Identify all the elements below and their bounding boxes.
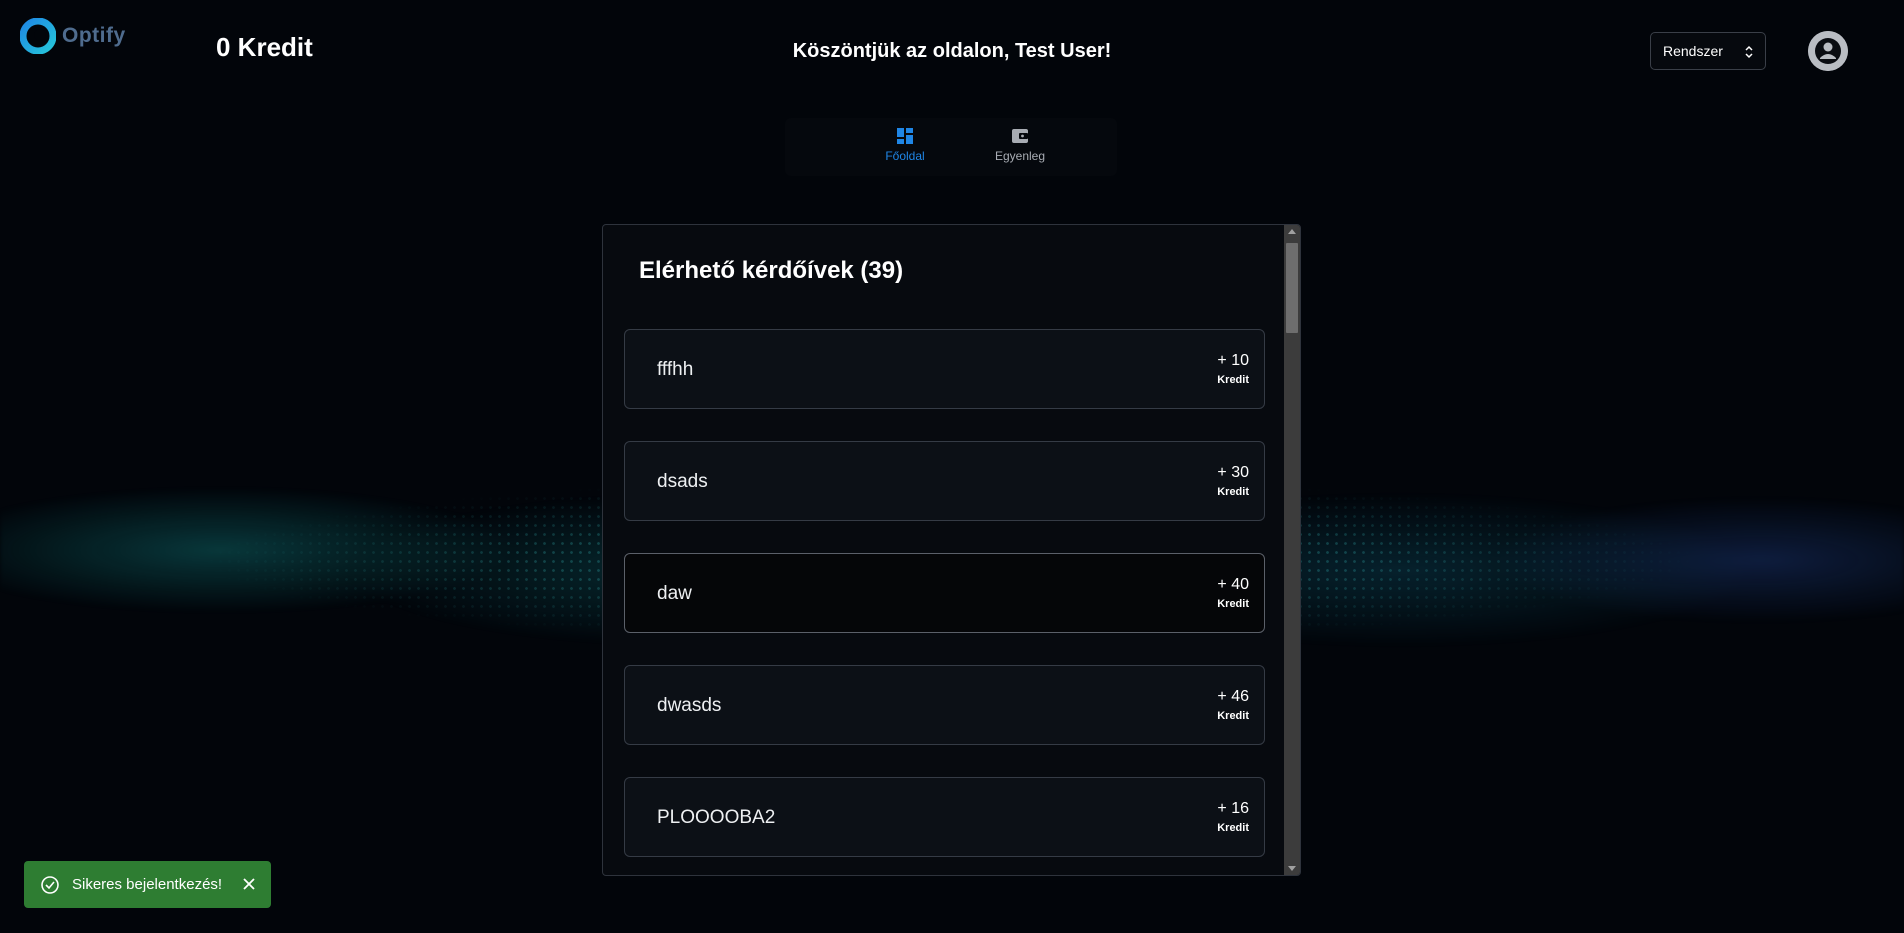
unfold-icon <box>1745 45 1753 59</box>
nav-item-balance[interactable]: Egyenleg <box>960 126 1080 163</box>
survey-name: dwasds <box>657 695 722 716</box>
main-nav: Főoldal Egyenleg <box>785 118 1117 176</box>
dashboard-icon <box>897 128 913 144</box>
survey-unit: Kredit <box>1217 486 1249 498</box>
survey-card[interactable]: daw + 40 Kredit <box>624 553 1265 633</box>
survey-card[interactable]: dsads + 30 Kredit <box>624 441 1265 521</box>
survey-unit: Kredit <box>1217 374 1249 386</box>
scroll-up-arrow-icon[interactable] <box>1288 229 1296 234</box>
survey-points: + 30 <box>1217 464 1249 481</box>
user-avatar[interactable] <box>1808 31 1848 71</box>
surveys-title: Elérhető kérdőívek (39) <box>639 257 904 284</box>
surveys-panel: Elérhető kérdőívek (39) fffhh + 10 Kredi… <box>602 224 1301 876</box>
check-circle-icon <box>41 875 59 894</box>
welcome-message: Köszöntjük az oldalon, Test User! <box>792 40 1112 62</box>
survey-name: PLOOOOBA2 <box>657 807 776 828</box>
survey-card[interactable]: fffhh + 10 Kredit <box>624 329 1265 409</box>
panel-scrollbar[interactable] <box>1284 225 1300 875</box>
person-icon <box>1808 31 1848 71</box>
toast-notification: Sikeres bejelentkezés! <box>24 861 271 908</box>
survey-unit: Kredit <box>1217 598 1249 610</box>
survey-points: + 46 <box>1217 688 1249 705</box>
theme-select-value: Rendszer <box>1663 43 1723 59</box>
nav-item-home[interactable]: Főoldal <box>845 126 965 163</box>
theme-select[interactable]: Rendszer <box>1650 32 1766 70</box>
scroll-down-arrow-icon[interactable] <box>1288 866 1296 871</box>
wallet-icon <box>1012 129 1028 143</box>
toast-message: Sikeres bejelentkezés! <box>72 876 223 893</box>
survey-list: fffhh + 10 Kredit dsads + 30 Kredit daw … <box>624 329 1265 875</box>
survey-unit: Kredit <box>1217 710 1249 722</box>
scroll-thumb[interactable] <box>1286 243 1298 333</box>
nav-item-label: Főoldal <box>885 149 925 163</box>
survey-points: + 10 <box>1217 352 1249 369</box>
close-icon[interactable] <box>241 876 257 892</box>
survey-name: dsads <box>657 471 708 492</box>
survey-points: + 16 <box>1217 800 1249 817</box>
survey-card[interactable]: dwasds + 46 Kredit <box>624 665 1265 745</box>
survey-name: fffhh <box>657 359 694 380</box>
survey-name: daw <box>657 583 692 604</box>
survey-card[interactable]: PLOOOOBA2 + 16 Kredit <box>624 777 1265 857</box>
survey-unit: Kredit <box>1217 822 1249 834</box>
nav-item-label: Egyenleg <box>994 149 1046 163</box>
survey-points: + 40 <box>1217 576 1249 593</box>
